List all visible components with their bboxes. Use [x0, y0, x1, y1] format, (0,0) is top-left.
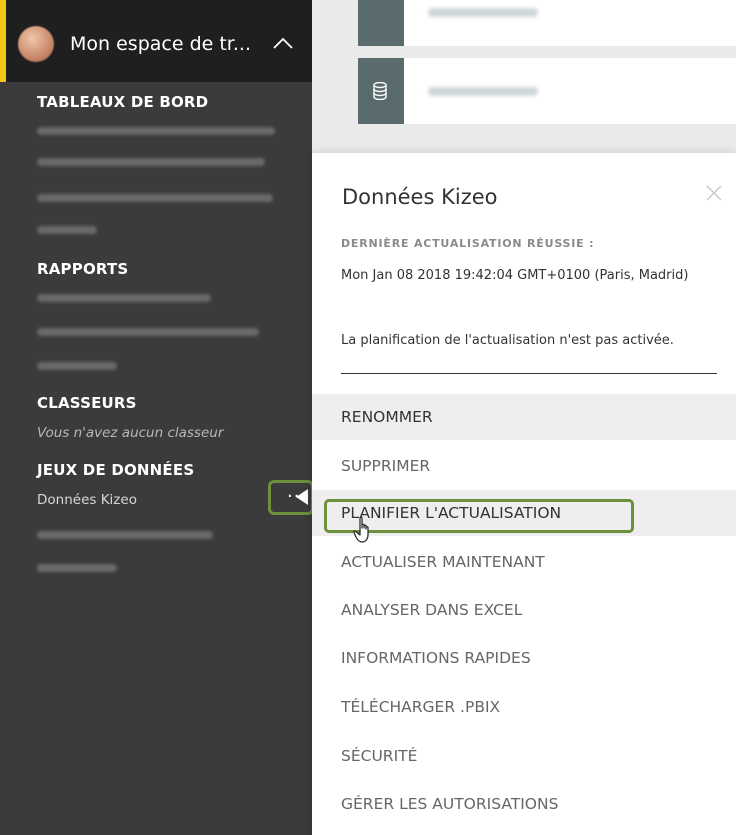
sidebar-item-dataset-2[interactable] — [37, 531, 213, 539]
section-reports-heading: RAPPORTS — [37, 260, 129, 278]
chevron-up-icon[interactable] — [272, 33, 294, 55]
section-datasets-heading: JEUX DE DONNÉES — [37, 461, 195, 479]
menu-item-refresh-now[interactable]: ACTUALISER MAINTENANT — [312, 539, 736, 585]
last-refresh-label: DERNIÈRE ACTUALISATION RÉUSSIE : — [341, 237, 595, 250]
workbooks-empty-message: Vous n'avez aucun classeur — [37, 425, 224, 441]
workspace-title: Mon espace de tr... — [70, 33, 251, 55]
sidebar-item-report-1[interactable] — [37, 294, 211, 302]
workspace-accent-bar — [0, 0, 6, 82]
navigation-pane: Mon espace de tr... TABLEAUX DE BORD RAP… — [0, 0, 312, 835]
popup-pointer — [296, 489, 308, 505]
menu-item-rename[interactable]: RENOMMER — [312, 394, 736, 440]
tile-icon-box — [358, 0, 404, 46]
sidebar-item-dashboard-2[interactable] — [37, 158, 265, 166]
sidebar-item-dataset-3[interactable] — [37, 564, 117, 572]
avatar — [18, 26, 54, 62]
sidebar-item-report-3[interactable] — [37, 362, 117, 370]
menu-item-delete[interactable]: SUPPRIMER — [312, 443, 736, 489]
section-dashboards-heading: TABLEAUX DE BORD — [37, 93, 209, 111]
tile-icon-box — [358, 58, 404, 124]
menu-item-analyze-in-excel[interactable]: ANALYSER DANS EXCEL — [312, 587, 736, 633]
sidebar-item-dashboard-4[interactable] — [37, 226, 97, 234]
schedule-status-text: La planification de l'actualisation n'es… — [341, 333, 674, 348]
last-refresh-value: Mon Jan 08 2018 19:42:04 GMT+0100 (Paris… — [341, 268, 689, 283]
tile-label-blurred — [428, 8, 538, 17]
workspace-header[interactable]: Mon espace de tr... — [0, 0, 312, 82]
tile-label-blurred — [428, 87, 538, 96]
menu-item-quick-insights[interactable]: INFORMATIONS RAPIDES — [312, 635, 736, 681]
close-icon[interactable] — [706, 185, 722, 201]
hand-pointer-icon — [353, 516, 369, 543]
panel-title: Données Kizeo — [342, 185, 498, 209]
database-icon — [373, 82, 387, 100]
sidebar-item-dataset-kizeo[interactable]: Données Kizeo — [37, 492, 137, 508]
dataset-context-panel: Données Kizeo DERNIÈRE ACTUALISATION RÉU… — [312, 153, 736, 835]
menu-item-security[interactable]: SÉCURITÉ — [312, 733, 736, 779]
menu-item-download-pbix[interactable]: TÉLÉCHARGER .PBIX — [312, 684, 736, 730]
sidebar-item-dashboard-3[interactable] — [37, 194, 273, 202]
sidebar-item-report-2[interactable] — [37, 328, 259, 336]
dataset-tile-1[interactable] — [358, 0, 736, 46]
divider — [341, 373, 717, 374]
sidebar-item-dashboard-1[interactable] — [37, 127, 275, 135]
menu-item-manage-permissions[interactable]: GÉRER LES AUTORISATIONS — [312, 781, 736, 827]
dataset-tile-2[interactable] — [358, 58, 736, 124]
section-workbooks-heading: CLASSEURS — [37, 394, 137, 412]
